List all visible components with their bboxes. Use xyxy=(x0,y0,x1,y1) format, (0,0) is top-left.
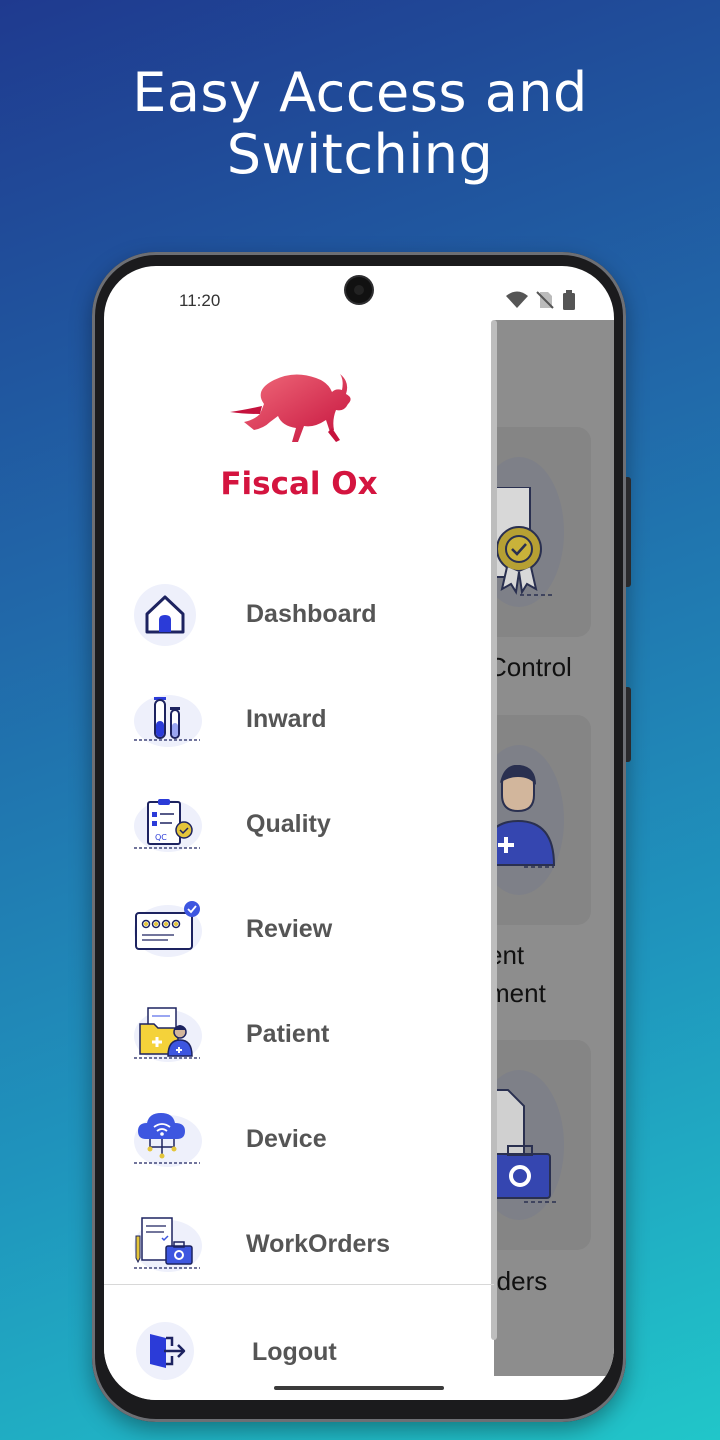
menu-item-quality[interactable]: QC Quality xyxy=(104,780,494,870)
menu-label-device: Device xyxy=(246,1125,327,1153)
logout-label: Logout xyxy=(252,1338,337,1366)
logout-icon xyxy=(136,1322,194,1380)
bg-card-quality-control xyxy=(474,427,591,637)
menu-item-workorders[interactable]: WorkOrders xyxy=(104,1200,494,1290)
headline-line-2: Switching xyxy=(226,123,494,186)
menu-item-patient[interactable]: Patient xyxy=(104,990,494,1080)
bg-card-patient xyxy=(474,715,591,925)
power-button xyxy=(626,687,631,762)
navigation-drawer: Fiscal Ox Dashboard Inward QC Quality Re… xyxy=(104,320,497,1400)
test-tubes-icon xyxy=(134,695,202,747)
phone-frame: Control ent ment rders 11:20 Fiscal Ox D… xyxy=(92,252,631,1422)
bg-label-control: Control xyxy=(488,652,572,682)
menu-item-inward[interactable]: Inward xyxy=(104,675,494,765)
menu-item-device[interactable]: Device xyxy=(104,1095,494,1185)
cloud-device-icon xyxy=(134,1113,202,1167)
menu-label-quality: Quality xyxy=(246,810,331,838)
bg-card-workorders xyxy=(474,1040,591,1250)
promo-headline: Easy Access and Switching xyxy=(0,62,720,186)
menu-label-dashboard: Dashboard xyxy=(246,600,377,628)
gesture-home-bar[interactable] xyxy=(274,1386,444,1390)
headline-line-1: Easy Access and xyxy=(132,61,588,124)
menu-item-review[interactable]: Review xyxy=(104,885,494,975)
menu-label-inward: Inward xyxy=(246,705,327,733)
background-app-scrim: Control ent ment rders xyxy=(474,320,614,1376)
qc-clipboard-icon: QC xyxy=(134,799,202,852)
fiscal-ox-logo-icon xyxy=(230,374,351,442)
svg-text:QC: QC xyxy=(155,833,167,842)
front-camera xyxy=(346,277,372,303)
battery-icon xyxy=(563,290,575,310)
home-icon xyxy=(134,584,196,646)
no-sim-icon xyxy=(536,291,554,309)
patient-folder-icon xyxy=(134,1007,202,1062)
menu-label-patient: Patient xyxy=(246,1020,330,1048)
review-chat-icon xyxy=(134,901,202,957)
wifi-icon xyxy=(506,291,528,308)
brand-name: Fiscal Ox xyxy=(220,466,378,502)
volume-button xyxy=(626,477,631,587)
status-time: 11:20 xyxy=(179,291,221,310)
menu-label-review: Review xyxy=(246,915,333,943)
drawer-divider xyxy=(104,1284,494,1285)
phone-screen: Control ent ment rders 11:20 Fiscal Ox D… xyxy=(104,266,614,1400)
status-icons xyxy=(506,290,576,310)
menu-item-dashboard[interactable]: Dashboard xyxy=(104,570,494,660)
menu-label-workorders: WorkOrders xyxy=(246,1230,391,1258)
workorder-toolbox-icon xyxy=(134,1217,202,1272)
